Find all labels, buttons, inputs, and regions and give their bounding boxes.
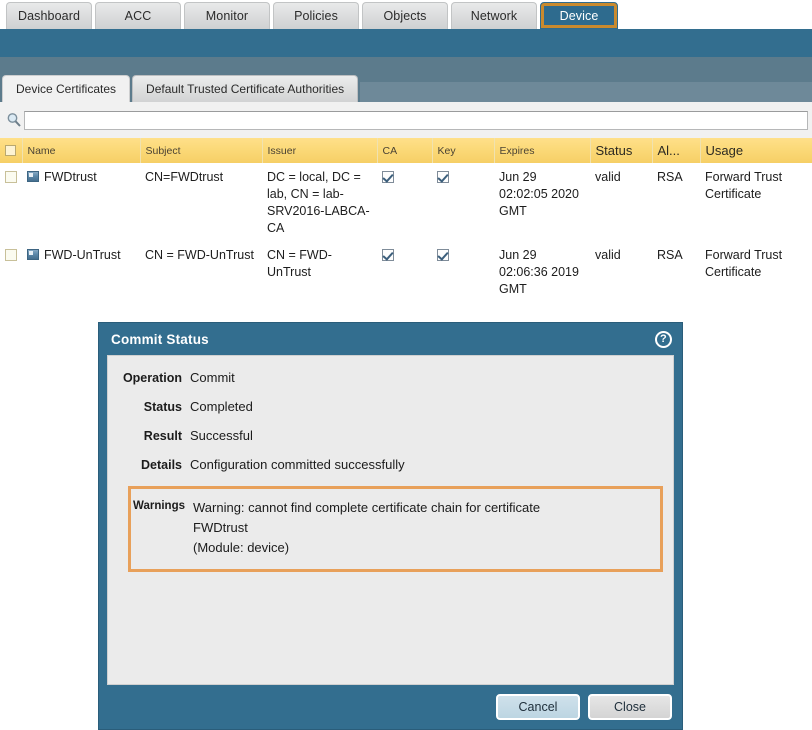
nav-tab-device[interactable]: Device [540, 2, 618, 29]
dialog-title: Commit Status [111, 332, 655, 347]
search-input[interactable] [24, 111, 808, 130]
cell-name: FWDtrust [22, 163, 140, 241]
cell-subject: CN = FWD-UnTrust [140, 241, 262, 302]
nav-tab-network[interactable]: Network [451, 2, 537, 29]
commit-status-dialog: Commit Status ? Operation Commit Status … [98, 322, 683, 730]
nav-tab-label: Policies [294, 9, 338, 23]
subtab-filler [360, 82, 812, 102]
subtab-label: Default Trusted Certificate Authorities [146, 82, 344, 96]
dialog-title-bar: Commit Status ? [99, 323, 682, 355]
nav-tab-objects[interactable]: Objects [362, 2, 448, 29]
field-result: Result Successful [108, 428, 673, 444]
cell-status: valid [590, 163, 652, 241]
cell-ca [377, 163, 432, 241]
subtab-device-certificates[interactable]: Device Certificates [2, 75, 130, 102]
field-status: Status Completed [108, 399, 673, 415]
field-label-operation: Operation [118, 370, 190, 386]
cell-expires: Jun 29 02:02:05 2020 GMT [494, 163, 590, 241]
help-icon[interactable]: ? [655, 331, 672, 348]
cell-algorithm: RSA [652, 241, 700, 302]
field-details: Details Configuration committed successf… [108, 457, 673, 473]
column-header-status[interactable]: Status [590, 138, 652, 163]
nav-tab-label: Dashboard [18, 9, 80, 23]
key-check-icon [437, 249, 449, 261]
table-row[interactable]: FWDtrust CN=FWDtrust DC = local, DC = la… [0, 163, 812, 241]
page-background-left [0, 322, 98, 730]
warning-line-1: Warning: cannot find complete certificat… [193, 498, 540, 518]
cell-ca [377, 241, 432, 302]
nav-tab-label: ACC [125, 9, 152, 23]
column-header-subject[interactable]: Subject [140, 138, 262, 163]
select-all-checkbox[interactable] [5, 145, 16, 156]
dialog-body: Operation Commit Status Completed Result… [107, 355, 674, 685]
cell-key [432, 241, 494, 302]
certificate-icon [27, 171, 39, 182]
row-checkbox[interactable] [5, 249, 17, 261]
cell-subject: CN=FWDtrust [140, 163, 262, 241]
nav-tab-acc[interactable]: ACC [95, 2, 181, 29]
subtab-default-trusted-certificate-authorities[interactable]: Default Trusted Certificate Authorities [132, 75, 358, 102]
subtab-bar: Device Certificates Default Trusted Cert… [0, 57, 812, 102]
column-header-name[interactable]: Name [22, 138, 140, 163]
search-icon[interactable] [6, 112, 22, 128]
close-button[interactable]: Close [588, 694, 672, 720]
certificate-icon [27, 249, 39, 260]
field-label-warnings: Warnings [131, 498, 193, 558]
ca-check-icon [382, 249, 394, 261]
field-value-details: Configuration committed successfully [190, 457, 405, 473]
page-background-right [683, 322, 812, 730]
column-header-algorithm[interactable]: Al... [652, 138, 700, 163]
nav-tab-label: Network [471, 9, 518, 23]
field-value-operation: Commit [190, 370, 235, 386]
warnings-text: Warning: cannot find complete certificat… [193, 498, 540, 558]
column-header-key[interactable]: Key [432, 138, 494, 163]
nav-tab-label: Monitor [206, 9, 248, 23]
warning-line-2: FWDtrust [193, 518, 540, 538]
key-check-icon [437, 171, 449, 183]
select-all-header[interactable] [0, 138, 22, 163]
application-window: Dashboard ACC Monitor Policies Objects N… [0, 0, 812, 730]
warnings-box: Warnings Warning: cannot find complete c… [128, 486, 663, 572]
cell-issuer: DC = local, DC = lab, CN = lab-SRV2016-L… [262, 163, 377, 241]
cell-issuer: CN = FWD-UnTrust [262, 241, 377, 302]
navigation-accent-band [0, 29, 812, 57]
certificate-name: FWDtrust [44, 170, 97, 184]
field-operation: Operation Commit [108, 370, 673, 386]
cell-expires: Jun 29 02:06:36 2019 GMT [494, 241, 590, 302]
column-header-usage[interactable]: Usage [700, 138, 812, 163]
table-row[interactable]: FWD-UnTrust CN = FWD-UnTrust CN = FWD-Un… [0, 241, 812, 302]
nav-tab-policies[interactable]: Policies [273, 2, 359, 29]
column-header-expires[interactable]: Expires [494, 138, 590, 163]
field-label-result: Result [118, 428, 190, 444]
dialog-footer: Cancel Close [99, 685, 682, 729]
ca-check-icon [382, 171, 394, 183]
device-certificates-table: Name Subject Issuer CA Key Expires Statu… [0, 138, 812, 302]
row-select-cell[interactable] [0, 163, 22, 241]
warning-line-3: (Module: device) [193, 538, 540, 558]
row-select-cell[interactable] [0, 241, 22, 302]
row-checkbox[interactable] [5, 171, 17, 183]
field-value-result: Successful [190, 428, 253, 444]
subtab-label: Device Certificates [16, 82, 116, 96]
cell-status: valid [590, 241, 652, 302]
certificate-name: FWD-UnTrust [44, 248, 121, 262]
main-navigation-bar: Dashboard ACC Monitor Policies Objects N… [0, 0, 812, 29]
table-header-row: Name Subject Issuer CA Key Expires Statu… [0, 138, 812, 163]
field-value-status: Completed [190, 399, 253, 415]
nav-tab-monitor[interactable]: Monitor [184, 2, 270, 29]
nav-tab-label: Objects [383, 9, 426, 23]
cancel-button[interactable]: Cancel [496, 694, 580, 720]
column-header-ca[interactable]: CA [377, 138, 432, 163]
search-bar [0, 102, 812, 138]
cell-usage: Forward Trust Certificate [700, 163, 812, 241]
field-label-details: Details [118, 457, 190, 473]
column-header-issuer[interactable]: Issuer [262, 138, 377, 163]
nav-tab-label: Device [560, 9, 599, 23]
nav-tab-dashboard[interactable]: Dashboard [6, 2, 92, 29]
field-label-status: Status [118, 399, 190, 415]
cell-algorithm: RSA [652, 163, 700, 241]
cell-usage: Forward Trust Certificate [700, 241, 812, 302]
cell-name: FWD-UnTrust [22, 241, 140, 302]
cell-key [432, 163, 494, 241]
